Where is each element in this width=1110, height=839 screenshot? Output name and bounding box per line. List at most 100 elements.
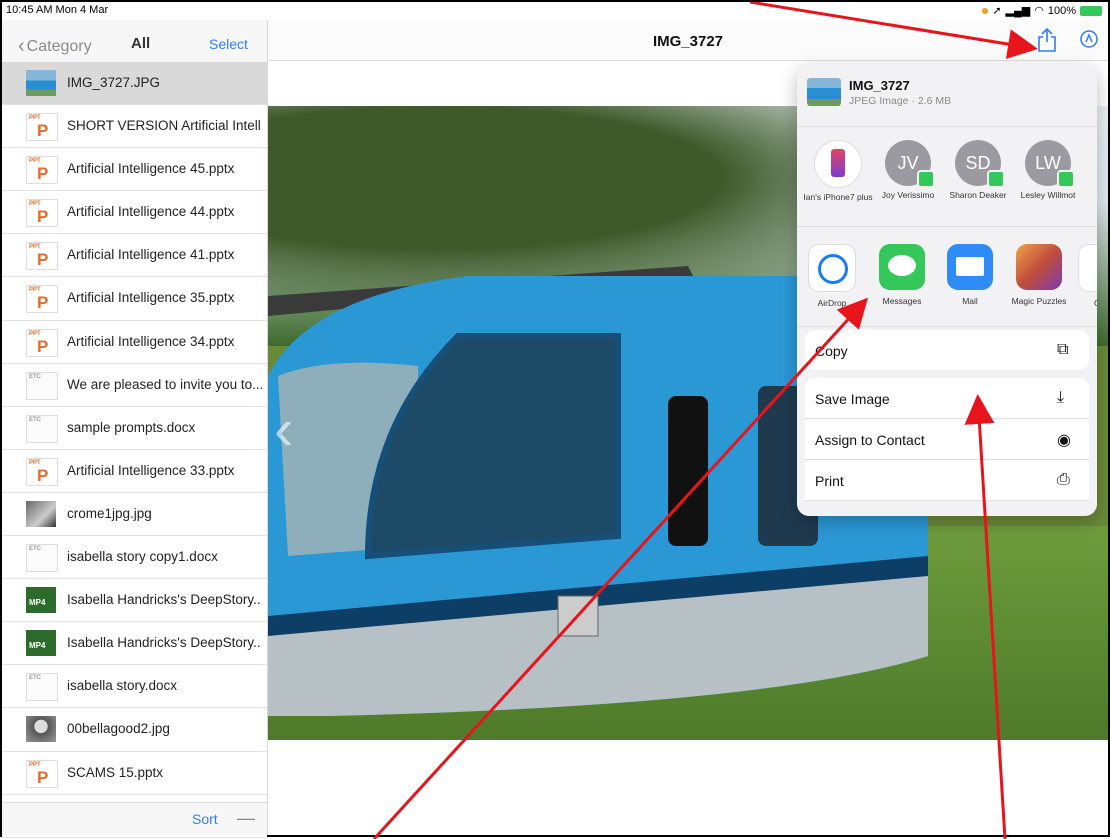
location-icon: ➚ bbox=[992, 5, 1002, 17]
person-name: Lesley Willmot bbox=[1020, 190, 1076, 200]
ppt-icon bbox=[26, 759, 58, 788]
person-name: Ian's iPhone7 plus bbox=[803, 192, 873, 202]
file-name: We are pleased to invite you to... bbox=[67, 376, 262, 392]
list-item[interactable]: crome1jpg.jpg bbox=[2, 492, 267, 537]
sidebar-title: All bbox=[131, 35, 151, 52]
file-name: crome1jpg.jpg bbox=[67, 505, 152, 521]
save-image-button[interactable]: Save Image ⤓ bbox=[805, 378, 1089, 419]
list-item[interactable]: Artificial Intelligence 35.pptx bbox=[2, 277, 267, 321]
list-item[interactable]: Isabella Handricks's DeepStory.... bbox=[2, 622, 267, 666]
list-item[interactable]: We are pleased to invite you to... bbox=[2, 363, 267, 407]
share-icon[interactable] bbox=[1036, 27, 1058, 53]
app-name: Goo bbox=[1067, 298, 1097, 308]
person-joy-verissimo[interactable]: JV Joy Verissimo bbox=[873, 140, 943, 200]
print-button[interactable]: Print ⎙ bbox=[805, 460, 1089, 501]
markup-icon[interactable] bbox=[1080, 30, 1098, 48]
main-toolbar: IMG_3727 bbox=[268, 20, 1108, 61]
app-magic-puzzles[interactable]: Magic Puzzles bbox=[1004, 244, 1074, 306]
ppt-icon bbox=[26, 156, 58, 185]
list-item[interactable]: Isabella Handricks's DeepStory... bbox=[2, 579, 267, 623]
action-label: Print bbox=[815, 473, 844, 489]
avatar: SD bbox=[955, 140, 1005, 188]
ppt-icon bbox=[26, 285, 58, 314]
copy-button[interactable]: Copy ⧉ bbox=[805, 330, 1089, 370]
etc-icon bbox=[26, 371, 58, 400]
app-mail[interactable]: Mail bbox=[935, 244, 1005, 306]
sort-button[interactable]: Sort bbox=[192, 811, 218, 827]
sidebar-nav-bar: ‹ Category All Select bbox=[2, 20, 267, 60]
etc-icon bbox=[26, 414, 58, 443]
action-label: Copy bbox=[815, 343, 848, 359]
person-name: Joy Verissimo bbox=[881, 190, 935, 200]
avatar: JV bbox=[885, 140, 935, 188]
list-item[interactable]: isabella story copy1.docx bbox=[2, 536, 267, 580]
select-button[interactable]: Select bbox=[209, 36, 248, 52]
mp4-icon bbox=[26, 630, 56, 657]
app-partial[interactable]: Goo bbox=[1067, 244, 1097, 308]
signal-icon: ▂▄▆ bbox=[1005, 5, 1031, 17]
list-item[interactable]: Artificial Intelligence 33.pptx bbox=[2, 449, 267, 493]
app-name: Magic Puzzles bbox=[1011, 296, 1067, 306]
avatar-initials: LW bbox=[1035, 153, 1061, 173]
etc-icon bbox=[26, 673, 58, 702]
previous-image-chevron-icon[interactable]: ‹ bbox=[274, 396, 293, 463]
photo-icon bbox=[26, 500, 56, 527]
save-icon: ⤓ bbox=[1057, 389, 1065, 406]
page-title: IMG_3727 bbox=[652, 33, 724, 50]
ppt-icon bbox=[26, 199, 58, 228]
app-name: Mail bbox=[962, 296, 978, 306]
file-name: 00bellagood2.jpg bbox=[67, 721, 170, 737]
avatar-initials: JV bbox=[897, 153, 919, 173]
back-button[interactable]: ‹ Category bbox=[18, 34, 92, 57]
status-bar: 10:45 AM Mon 4 Mar ➚ ▂▄▆ ◠ 100% bbox=[2, 2, 1108, 20]
share-file-subtitle: JPEG Image · 2.6 MB bbox=[849, 95, 952, 107]
list-item[interactable]: sample prompts.docx bbox=[2, 406, 267, 450]
assign-to-contact-button[interactable]: Assign to Contact ◉ bbox=[805, 419, 1089, 460]
list-item[interactable]: Artificial Intelligence 44.pptx bbox=[2, 191, 267, 235]
share-file-title: IMG_3727 bbox=[849, 78, 910, 93]
messages-badge-icon bbox=[917, 170, 935, 188]
app-airdrop[interactable]: AirDrop bbox=[797, 244, 867, 308]
file-name: Artificial Intelligence 34.pptx bbox=[67, 333, 235, 349]
list-item[interactable]: Artificial Intelligence 45.pptx bbox=[2, 148, 267, 192]
app-messages[interactable]: Messages bbox=[867, 244, 937, 306]
sidebar-toolbar: Sort — bbox=[2, 802, 267, 835]
file-name: IMG_3727.JPG bbox=[67, 75, 161, 90]
list-item[interactable]: 00bellagood2.jpg bbox=[2, 708, 267, 752]
battery-percent: 100% bbox=[1047, 4, 1076, 17]
file-name: Artificial Intelligence 45.pptx bbox=[67, 161, 235, 177]
person-sharon-deaker[interactable]: SD Sharon Deaker bbox=[943, 140, 1013, 200]
etc-icon bbox=[26, 544, 58, 573]
list-item[interactable]: IMG_3727.JPG bbox=[2, 62, 267, 106]
list-item[interactable]: SCAMS 15.pptx bbox=[2, 751, 267, 795]
minus-icon[interactable]: — bbox=[237, 808, 255, 829]
ppt-icon bbox=[26, 242, 58, 271]
file-name: isabella story copy1.docx bbox=[67, 549, 218, 565]
mail-icon bbox=[947, 244, 993, 290]
list-item[interactable]: SHORT VERSION Artificial Intell... bbox=[2, 105, 267, 149]
person-name: Sharon Deaker bbox=[949, 190, 1007, 200]
ppt-icon bbox=[26, 457, 58, 486]
file-name: Artificial Intelligence 33.pptx bbox=[67, 462, 235, 478]
contact-icon: ◉ bbox=[1057, 432, 1071, 449]
person-lesley-willmot[interactable]: LW Lesley Willmot bbox=[1013, 140, 1083, 200]
avatar-initials: SD bbox=[965, 153, 991, 173]
image-icon bbox=[26, 70, 56, 96]
action-label: Assign to Contact bbox=[815, 432, 925, 448]
list-item[interactable]: isabella story.docx bbox=[2, 665, 267, 709]
file-list: IMG_3727.JPG SHORT VERSION Artificial Int… bbox=[2, 62, 267, 838]
app-name: Messages bbox=[882, 296, 922, 306]
battery-icon bbox=[1080, 5, 1102, 16]
share-apps-row: AirDrop Messages Mail Magic Puzzles Goo bbox=[797, 236, 1097, 327]
person-ians-iphone[interactable]: Ian's iPhone7 plus bbox=[803, 140, 873, 202]
status-icons: ➚ ▂▄▆ ◠ 100% bbox=[982, 4, 1102, 17]
list-item[interactable]: Artificial Intelligence 34.pptx bbox=[2, 320, 267, 364]
copy-icon: ⧉ bbox=[1057, 341, 1069, 358]
file-name: SHORT VERSION Artificial Intell... bbox=[67, 118, 262, 134]
airdrop-icon bbox=[808, 244, 856, 292]
list-item[interactable]: Artificial Intelligence 41.pptx bbox=[2, 234, 267, 278]
wifi-icon: ◠ bbox=[1034, 5, 1044, 17]
share-people-row: Ian's iPhone7 plus JV Joy Verissimo SD S… bbox=[797, 136, 1097, 227]
file-name: Artificial Intelligence 35.pptx bbox=[67, 290, 235, 306]
messages-badge-icon bbox=[987, 170, 1005, 188]
